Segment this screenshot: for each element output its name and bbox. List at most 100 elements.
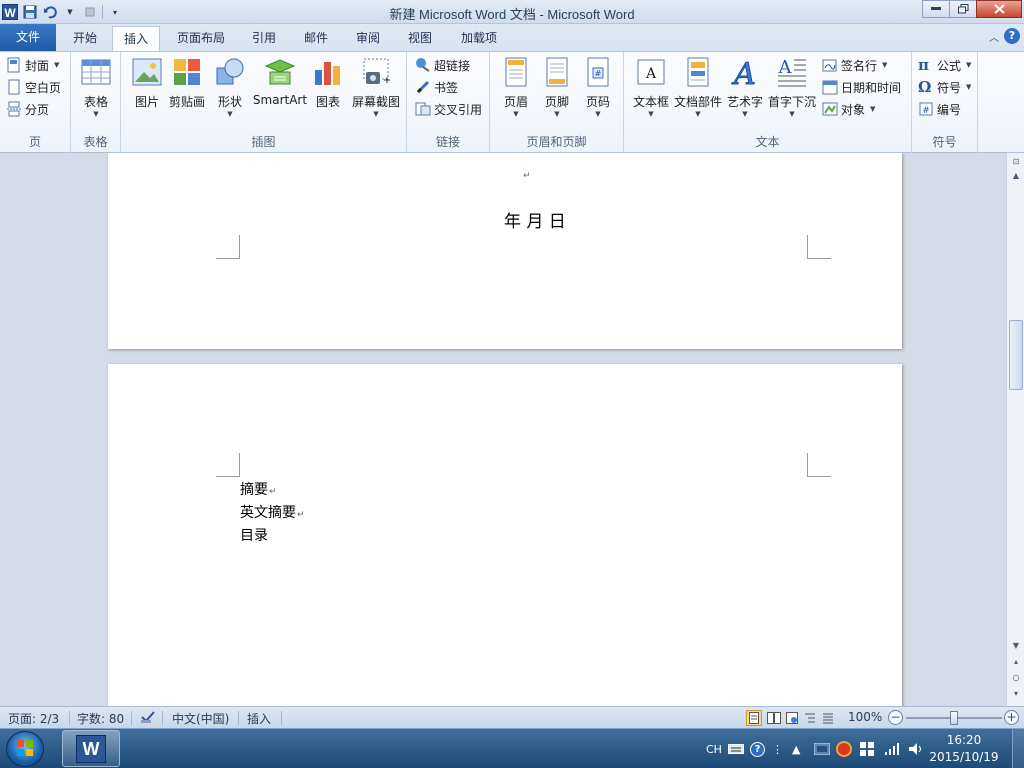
paragraph-mark: ↵	[523, 171, 531, 181]
antivirus-icon[interactable]	[836, 729, 852, 768]
window-controls	[922, 0, 1022, 18]
tab-mailings[interactable]: 邮件	[294, 26, 338, 51]
document-area[interactable]: ↵ 年 月 日 摘要↵ 英文摘要↵ 目录	[0, 153, 1006, 706]
toc-line-contents[interactable]: 目录	[240, 526, 305, 547]
blank-page-button[interactable]: 空白页	[6, 77, 61, 97]
table-button[interactable]: 表格 ▼	[78, 56, 114, 119]
ruler-toggle-icon[interactable]: ⊡	[1007, 155, 1024, 169]
tab-view[interactable]: 视图	[398, 26, 442, 51]
start-button[interactable]	[6, 731, 44, 767]
group-label-pages: 页	[28, 135, 41, 149]
toc-line-english-abstract[interactable]: 英文摘要↵	[240, 503, 305, 526]
screenshot-button[interactable]: 屏幕截图 ▼	[349, 56, 403, 119]
tab-page-layout[interactable]: 页面布局	[166, 26, 236, 51]
tab-file[interactable]: 文件	[0, 24, 56, 51]
tab-home[interactable]: 开始	[62, 26, 108, 51]
scroll-down-arrow[interactable]: ▼	[1007, 639, 1024, 653]
status-divider	[162, 711, 163, 725]
header-button[interactable]: 页眉 ▼	[498, 56, 534, 119]
smartart-button[interactable]: SmartArt	[251, 56, 309, 107]
object-button[interactable]: 对象 ▼	[822, 99, 875, 119]
scroll-up-arrow[interactable]: ▲	[1007, 169, 1024, 183]
show-hidden-icons[interactable]: ▲	[792, 729, 800, 768]
chart-button[interactable]: 图表	[311, 56, 345, 110]
tab-addins[interactable]: 加载项	[450, 26, 508, 51]
outline-view-icon[interactable]	[802, 710, 818, 726]
network-map-icon[interactable]	[814, 729, 830, 768]
calendar-icon	[822, 80, 838, 95]
web-layout-icon[interactable]	[784, 710, 800, 726]
status-divider	[131, 711, 132, 725]
text-box-button[interactable]: A 文本框 ▼	[630, 56, 672, 119]
ribbon-tabs: 文件 开始 插入 页面布局 引用 邮件 审阅 视图 加载项 ︿ ?	[0, 24, 1024, 51]
zoom-in-button[interactable]: +	[1004, 710, 1019, 725]
crop-mark-bottom-right	[807, 235, 831, 259]
omega-icon: Ω	[918, 78, 932, 96]
shapes-button[interactable]: 形状 ▼	[212, 56, 248, 119]
tab-insert[interactable]: 插入	[112, 26, 160, 51]
next-page-icon[interactable]: ▾	[1007, 687, 1024, 701]
minimize-ribbon-icon[interactable]: ︿	[989, 29, 999, 44]
zoom-out-button[interactable]: −	[888, 710, 903, 725]
document-page-1[interactable]: ↵ 年 月 日	[108, 153, 902, 349]
close-button[interactable]	[976, 0, 1022, 18]
proofing-icon[interactable]	[140, 710, 156, 727]
zoom-slider-thumb[interactable]	[950, 711, 958, 725]
cover-page-button[interactable]: 封面 ▼	[6, 55, 59, 75]
print-layout-icon[interactable]	[746, 710, 762, 726]
drop-cap-button[interactable]: A 首字下沉 ▼	[767, 56, 817, 119]
tab-references[interactable]: 引用	[242, 26, 286, 51]
svg-text:#: #	[922, 106, 930, 116]
bookmark-icon	[416, 80, 430, 94]
previous-page-icon[interactable]: ▴	[1007, 655, 1024, 669]
restore-button[interactable]	[949, 0, 976, 18]
select-browse-object-icon[interactable]: ○	[1007, 671, 1024, 685]
toc-line-abstract[interactable]: 摘要↵	[240, 480, 305, 503]
help-icon-tray[interactable]: ?	[750, 729, 765, 768]
zoom-level[interactable]: 100%	[848, 710, 882, 724]
vertical-scrollbar[interactable]: ⊡ ▲ ▼ ▴ ○ ▾	[1006, 153, 1024, 706]
date-time-button[interactable]: 日期和时间	[822, 77, 901, 97]
windows-flag-icon[interactable]	[860, 729, 874, 768]
quick-parts-button[interactable]: 文档部件 ▼	[673, 56, 723, 119]
help-icon[interactable]: ?	[1004, 28, 1020, 44]
ime-indicator[interactable]: CH	[706, 729, 722, 768]
signature-line-icon	[822, 59, 837, 72]
page-break-button[interactable]: 分页	[6, 99, 49, 119]
insert-mode[interactable]: 插入	[247, 710, 271, 727]
status-divider	[281, 711, 282, 725]
word-count[interactable]: 字数: 80	[77, 710, 124, 727]
table-icon	[81, 59, 111, 85]
equation-button[interactable]: π 公式 ▼	[918, 55, 971, 75]
object-icon	[822, 102, 838, 116]
signal-strength-icon[interactable]	[884, 729, 900, 768]
taskbar-word-button[interactable]: W	[62, 730, 120, 767]
clip-art-button[interactable]: 剪贴画	[167, 56, 207, 110]
numbering-button[interactable]: # 编号	[918, 99, 961, 119]
minimize-button[interactable]	[922, 0, 949, 18]
footer-icon	[546, 57, 568, 87]
signature-line-button[interactable]: 签名行 ▼	[822, 55, 887, 75]
cross-reference-button[interactable]: 交叉引用	[415, 99, 482, 119]
footer-button[interactable]: 页脚 ▼	[539, 56, 575, 119]
symbol-button[interactable]: Ω 符号 ▼	[918, 77, 971, 97]
keyboard-icon[interactable]	[728, 729, 744, 768]
show-desktop-button[interactable]	[1012, 729, 1024, 768]
group-text: A 文本框 ▼ 文档部件 ▼ A 艺术字 ▼ A 首字下沉 ▼ 签名行 ▼ 日期和时间 对…	[624, 52, 912, 153]
smartart-icon	[264, 59, 296, 85]
wordart-icon: A	[731, 57, 757, 93]
picture-button[interactable]: 图片	[129, 56, 165, 110]
options-icon[interactable]: ⋮	[772, 729, 783, 768]
full-screen-reading-icon[interactable]	[766, 710, 782, 726]
clock[interactable]: 16:20 2015/10/19	[922, 732, 1006, 766]
hyperlink-button[interactable]: 超链接	[415, 55, 470, 75]
language-indicator[interactable]: 中文(中国)	[172, 710, 229, 727]
page-number-button[interactable]: # 页码 ▼	[580, 56, 616, 119]
document-page-2[interactable]: 摘要↵ 英文摘要↵ 目录	[108, 364, 902, 706]
bookmark-button[interactable]: 书签	[415, 77, 458, 97]
wordart-button[interactable]: A 艺术字 ▼	[725, 56, 765, 119]
draft-view-icon[interactable]	[820, 710, 836, 726]
page-count[interactable]: 页面: 2/3	[8, 710, 59, 727]
tab-review[interactable]: 审阅	[346, 26, 390, 51]
scrollbar-thumb[interactable]	[1009, 320, 1023, 390]
